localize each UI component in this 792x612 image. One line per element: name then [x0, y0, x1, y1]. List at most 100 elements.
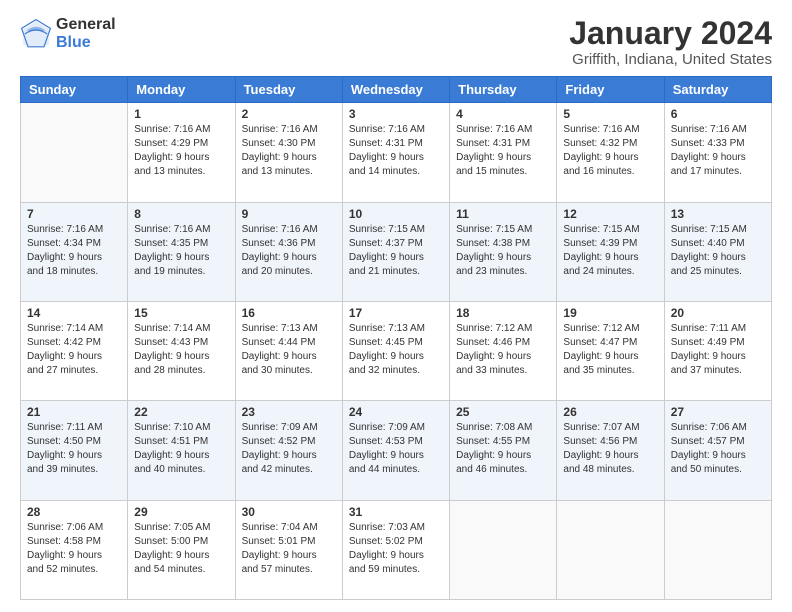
calendar-table: Sunday Monday Tuesday Wednesday Thursday… [20, 76, 772, 600]
sunrise-text: Sunrise: 7:16 AM [134, 124, 210, 135]
page: General Blue January 2024 Griffith, Indi… [0, 0, 792, 612]
day-number: 15 [134, 306, 228, 320]
day-info: Sunrise: 7:05 AMSunset: 5:00 PMDaylight:… [134, 521, 228, 577]
sunrise-text: Sunrise: 7:13 AM [349, 323, 425, 334]
daylight-minutes-text: and 59 minutes. [349, 564, 420, 575]
daylight-minutes-text: and 33 minutes. [456, 365, 527, 376]
daylight-hours-text: Daylight: 9 hours [242, 252, 317, 263]
logo: General Blue [20, 16, 116, 51]
day-info: Sunrise: 7:03 AMSunset: 5:02 PMDaylight:… [349, 521, 443, 577]
daylight-minutes-text: and 18 minutes. [27, 266, 98, 277]
table-row: 20Sunrise: 7:11 AMSunset: 4:49 PMDayligh… [664, 301, 771, 400]
sunrise-text: Sunrise: 7:11 AM [671, 323, 746, 334]
day-info: Sunrise: 7:14 AMSunset: 4:43 PMDaylight:… [134, 322, 228, 378]
logo-text: General Blue [56, 16, 116, 51]
table-row: 7Sunrise: 7:16 AMSunset: 4:34 PMDaylight… [21, 202, 128, 301]
day-info: Sunrise: 7:13 AMSunset: 4:44 PMDaylight:… [242, 322, 336, 378]
table-row: 1Sunrise: 7:16 AMSunset: 4:29 PMDaylight… [128, 103, 235, 202]
daylight-hours-text: Daylight: 9 hours [134, 550, 209, 561]
day-number: 11 [456, 207, 550, 221]
daylight-hours-text: Daylight: 9 hours [349, 450, 424, 461]
daylight-hours-text: Daylight: 9 hours [456, 450, 531, 461]
sunset-text: Sunset: 4:32 PM [563, 138, 637, 149]
logo-general-text: General [56, 16, 116, 34]
sunset-text: Sunset: 5:00 PM [134, 536, 208, 547]
daylight-minutes-text: and 46 minutes. [456, 464, 527, 475]
col-saturday: Saturday [664, 77, 771, 103]
day-number: 28 [27, 505, 121, 519]
daylight-hours-text: Daylight: 9 hours [349, 351, 424, 362]
day-number: 6 [671, 107, 765, 121]
day-number: 12 [563, 207, 657, 221]
table-row: 25 Sunrise: 7:08 AMSunset: 4:55 PMDayligh… [450, 401, 557, 500]
day-info: Sunrise: 7:16 AMSunset: 4:32 PMDaylight:… [563, 123, 657, 179]
daylight-minutes-text: and 17 minutes. [671, 166, 742, 177]
col-tuesday: Tuesday [235, 77, 342, 103]
day-info: Sunrise: 7:16 AMSunset: 4:30 PMDaylight:… [242, 123, 336, 179]
day-number: 30 [242, 505, 336, 519]
table-row: 11Sunrise: 7:15 AMSunset: 4:38 PMDayligh… [450, 202, 557, 301]
sunrise-text: Sunrise: 7:04 AM [242, 522, 318, 533]
day-info: Sunrise: 7:06 AMSunset: 4:57 PMDaylight:… [671, 421, 765, 477]
daylight-minutes-text: and 30 minutes. [242, 365, 313, 376]
calendar-week-row: 14Sunrise: 7:14 AMSunset: 4:42 PMDayligh… [21, 301, 772, 400]
table-row: 8Sunrise: 7:16 AMSunset: 4:35 PMDaylight… [128, 202, 235, 301]
day-number: 3 [349, 107, 443, 121]
table-row: 4Sunrise: 7:16 AMSunset: 4:31 PMDaylight… [450, 103, 557, 202]
day-info: Sunrise: 7:13 AM Sunset: 4:45 PM Daylight:… [349, 322, 443, 378]
sunrise-text: Sunrise: 7:03 AM [349, 522, 425, 533]
sunset-text: Sunset: 4:46 PM [456, 337, 530, 348]
day-number: 21 [27, 405, 121, 419]
sunrise-text: Sunrise: 7:16 AM [242, 124, 318, 135]
daylight-hours-text: Daylight: 9 hours [242, 450, 317, 461]
title-block: January 2024 Griffith, Indiana, United S… [569, 16, 772, 68]
table-row: 30Sunrise: 7:04 AMSunset: 5:01 PMDayligh… [235, 500, 342, 599]
sunrise-text: Sunrise: 7:06 AM [27, 522, 103, 533]
sunset-text: Sunset: 4:58 PM [27, 536, 101, 547]
sunset-text: Sunset: 5:01 PM [242, 536, 316, 547]
day-number: 19 [563, 306, 657, 320]
table-row: 3Sunrise: 7:16 AMSunset: 4:31 PMDaylight… [342, 103, 449, 202]
day-info: Sunrise: 7:10 AMSunset: 4:51 PMDaylight:… [134, 421, 228, 477]
sunset-text: Sunset: 4:44 PM [242, 337, 316, 348]
table-row: 16Sunrise: 7:13 AMSunset: 4:44 PMDayligh… [235, 301, 342, 400]
sunrise-text: Sunrise: 7:15 AM [671, 224, 747, 235]
daylight-hours-text: Daylight: 9 hours [27, 450, 102, 461]
logo-icon [20, 18, 52, 50]
calendar-header-row: Sunday Monday Tuesday Wednesday Thursday… [21, 77, 772, 103]
table-row: 19Sunrise: 7:12 AMSunset: 4:47 PMDayligh… [557, 301, 664, 400]
daylight-minutes-text: and 32 minutes. [349, 365, 420, 376]
table-row: 13Sunrise: 7:15 AMSunset: 4:40 PMDayligh… [664, 202, 771, 301]
sunrise-text: Sunrise: 7:15 AM [456, 224, 532, 235]
sunset-text: Sunset: 4:45 PM [349, 337, 423, 348]
sunrise-text: Sunrise: 7:16 AM [242, 224, 318, 235]
table-row: 12 Sunrise: 7:15 AMSunset: 4:39 PMDayligh… [557, 202, 664, 301]
sunset-text: Sunset: 4:29 PM [134, 138, 208, 149]
sunrise-text: Sunrise: 7:16 AM [456, 124, 532, 135]
sunset-text: Sunset: 4:42 PM [27, 337, 101, 348]
day-info: Sunrise: 7:15 AMSunset: 4:39 PMDaylight:… [563, 223, 657, 279]
sunset-text: Sunset: 4:31 PM [349, 138, 423, 149]
daylight-minutes-text: and 27 minutes. [27, 365, 98, 376]
table-row: 9Sunrise: 7:16 AMSunset: 4:36 PMDaylight… [235, 202, 342, 301]
day-info: Sunrise: 7:04 AMSunset: 5:01 PMDaylight:… [242, 521, 336, 577]
daylight-hours-text: Daylight: 9 hours [349, 252, 424, 263]
day-info: Sunrise: 7:16 AMSunset: 4:31 PMDaylight:… [456, 123, 550, 179]
day-number: 23 [242, 405, 336, 419]
sunrise-text: Sunrise: 7:09 AM [349, 422, 425, 433]
sunrise-text: Sunrise: 7:10 AM [134, 422, 210, 433]
sunset-text: Sunset: 4:35 PM [134, 238, 208, 249]
sunset-text: Sunset: 5:02 PM [349, 536, 423, 547]
daylight-minutes-text: and 35 minutes. [563, 365, 634, 376]
daylight-minutes-text: and 24 minutes. [563, 266, 634, 277]
daylight-hours-text: Daylight: 9 hours [563, 152, 638, 163]
day-number: 22 [134, 405, 228, 419]
daylight-minutes-text: and 19 minutes. [134, 266, 205, 277]
sunset-text: Sunset: 4:33 PM [671, 138, 745, 149]
sunset-text: Sunset: 4:43 PM [134, 337, 208, 348]
table-row [557, 500, 664, 599]
day-number: 25 [456, 405, 550, 419]
day-info: Sunrise: 7:08 AMSunset: 4:55 PMDaylight:… [456, 421, 550, 477]
table-row: 5Sunrise: 7:16 AMSunset: 4:32 PMDaylight… [557, 103, 664, 202]
sunset-text: Sunset: 4:55 PM [456, 436, 530, 447]
